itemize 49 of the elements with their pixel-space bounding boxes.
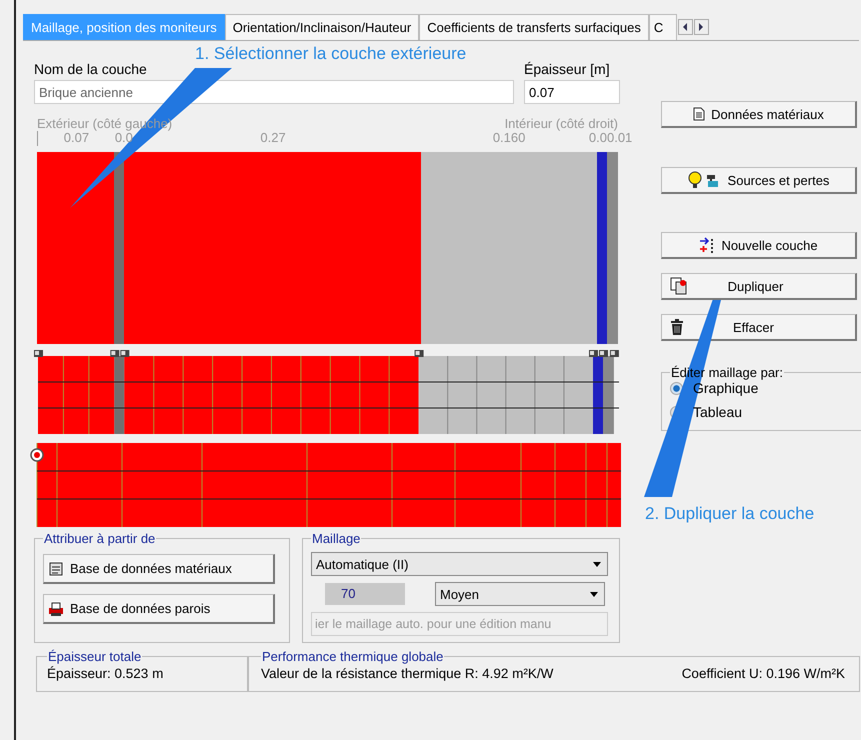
right-arrow-icon <box>698 23 704 31</box>
mesh-mode-dropdown[interactable]: Automatique (II) <box>311 552 608 576</box>
copy-icon <box>670 277 688 295</box>
mesh-grid-drawing[interactable] <box>30 442 624 528</box>
group-title: Performance thermique globale <box>261 649 444 664</box>
database-icon <box>48 560 64 576</box>
caret-icon <box>593 562 601 566</box>
interior-label: Intérieur (côté droit) <box>504 116 618 131</box>
field-label: Nom de la couche <box>34 61 148 77</box>
left-arrow-icon <box>682 23 688 31</box>
action-button[interactable]: Dupliquer <box>661 273 857 300</box>
action-button[interactable]: Nouvelle couche <box>661 232 857 259</box>
wall-layer[interactable] <box>606 152 618 344</box>
action-button[interactable]: Effacer <box>661 314 857 341</box>
thickness-field[interactable]: 0.07 <box>524 80 620 104</box>
resistance-text: Valeur de la résistance thermique R: 4.92 m²K/W <box>261 666 554 681</box>
action-button[interactable]: Sources et pertes <box>661 167 857 194</box>
printer-icon <box>48 600 64 616</box>
thickness-label: 0.0 <box>114 131 133 146</box>
total-thickness-text: Épaisseur: 0.523 m <box>47 666 164 681</box>
scroll-left-button[interactable] <box>678 19 693 35</box>
annotation-text: 1. Sélectionner la couche extérieure <box>195 44 466 64</box>
group-title: Attribuer à partir de <box>43 531 156 546</box>
tab[interactable]: Orientation/Inclinaison/Hauteur <box>224 14 420 40</box>
annotation-text: 2. Dupliquer la couche <box>645 504 814 524</box>
group-title: Épaisseur totale <box>47 649 142 664</box>
group-title: Maillage <box>311 531 362 546</box>
caret-icon <box>590 592 598 596</box>
field-label: Épaisseur [m] <box>524 61 611 77</box>
thickness-label: 0.0 <box>588 131 607 146</box>
thickness-label: 0.07 <box>64 131 90 146</box>
document-icon <box>693 107 706 121</box>
database-button[interactable]: Base de données parois <box>43 594 275 624</box>
database-button[interactable]: Base de données matériaux <box>43 554 275 584</box>
tab[interactable]: C <box>648 14 677 40</box>
mesh-count-field[interactable]: 70 <box>325 583 405 605</box>
layer-name-field[interactable]: Brique ancienne <box>34 80 514 104</box>
radio-button[interactable] <box>670 382 683 394</box>
thickness-label: 0.01 <box>606 131 632 146</box>
tab[interactable]: Coefficients de transferts surfaciques <box>419 14 649 40</box>
trash-icon <box>670 319 684 335</box>
thickness-label: 0.27 <box>260 131 286 146</box>
u-value-text: Coefficient U: 0.196 W/m²K <box>682 666 845 681</box>
new-layer-icon <box>699 237 716 253</box>
action-button[interactable]: Données matériaux <box>661 101 857 128</box>
wall-layer[interactable] <box>596 152 607 344</box>
thickness-label: 0.160 <box>492 131 526 146</box>
density-dropdown[interactable]: Moyen <box>435 582 605 606</box>
scroll-right-button[interactable] <box>694 19 709 35</box>
